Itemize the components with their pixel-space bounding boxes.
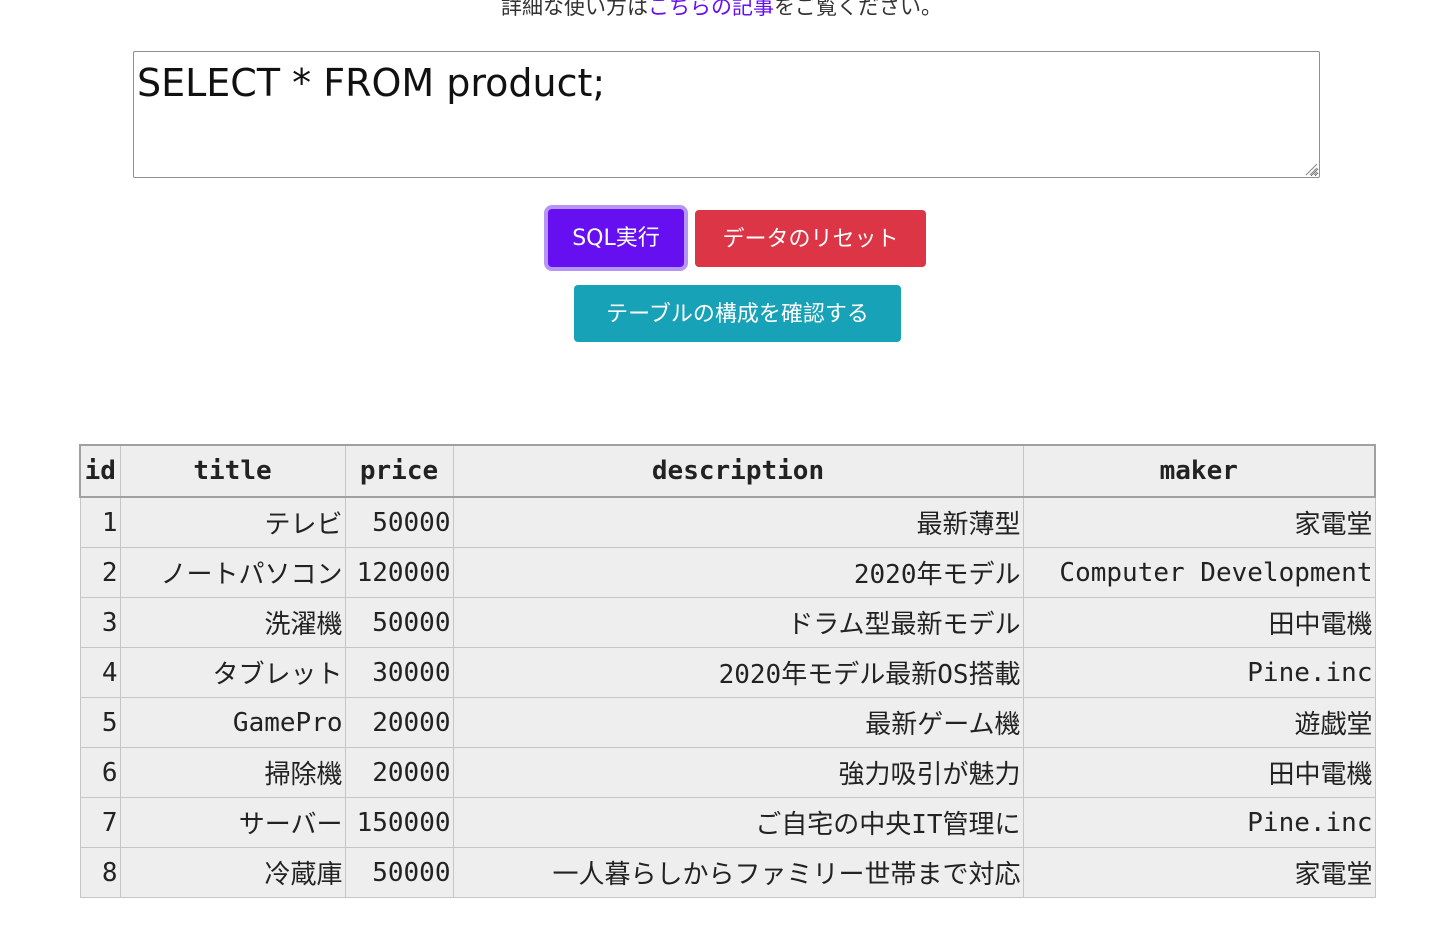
cell-maker: 田中電機	[1022, 747, 1376, 798]
cell-title: 洗濯機	[119, 597, 346, 648]
cell-description: 2020年モデル	[452, 547, 1024, 598]
cell-title: 冷蔵庫	[119, 847, 346, 898]
cell-price: 120000	[344, 547, 454, 598]
article-link[interactable]: こちらの記事	[648, 0, 774, 19]
cell-title: ノートパソコン	[119, 547, 346, 598]
cell-description: 最新ゲーム機	[452, 697, 1024, 748]
run-sql-button[interactable]: SQL実行	[548, 209, 684, 267]
cell-title: タブレット	[119, 647, 346, 698]
table-row: 4 タブレット 30000 2020年モデル最新OS搭載 Pine.inc	[79, 647, 1376, 698]
cell-description: 一人暮らしからファミリー世帯まで対応	[452, 847, 1024, 898]
cell-description: ご自宅の中央IT管理に	[452, 797, 1024, 848]
cell-description: 強力吸引が魅力	[452, 747, 1024, 798]
query-result-table: id title price description maker 1 テレビ 5…	[79, 444, 1376, 898]
cell-maker: 家電堂	[1022, 496, 1376, 548]
cell-price: 50000	[344, 496, 454, 548]
column-header-description: description	[452, 444, 1024, 498]
column-header-price: price	[344, 444, 454, 498]
cell-description: 2020年モデル最新OS搭載	[452, 647, 1024, 698]
cell-id: 3	[79, 597, 121, 648]
cell-id: 2	[79, 547, 121, 598]
cell-id: 7	[79, 797, 121, 848]
cell-id: 5	[79, 697, 121, 748]
cell-price: 20000	[344, 747, 454, 798]
cell-maker: 田中電機	[1022, 597, 1376, 648]
table-row: 1 テレビ 50000 最新薄型 家電堂	[79, 496, 1376, 548]
cell-id: 8	[79, 847, 121, 898]
cell-maker: 家電堂	[1022, 847, 1376, 898]
reset-data-button[interactable]: データのリセット	[695, 210, 926, 267]
table-row: 2 ノートパソコン 120000 2020年モデル Computer Devel…	[79, 547, 1376, 598]
cell-id: 4	[79, 647, 121, 698]
table-row: 6 掃除機 20000 強力吸引が魅力 田中電機	[79, 747, 1376, 798]
cell-price: 150000	[344, 797, 454, 848]
cell-description: 最新薄型	[452, 496, 1024, 548]
check-table-structure-button[interactable]: テーブルの構成を確認する	[574, 285, 901, 342]
cell-price: 50000	[344, 847, 454, 898]
cell-maker: Pine.inc	[1022, 797, 1376, 848]
cell-price: 20000	[344, 697, 454, 748]
cell-maker: Computer Development	[1022, 547, 1376, 598]
column-header-title: title	[119, 444, 346, 498]
usage-intro-text: 詳細な使い方はこちらの記事をご覧ください。	[0, 0, 1443, 22]
cell-price: 50000	[344, 597, 454, 648]
column-header-maker: maker	[1022, 444, 1376, 498]
cell-maker: 遊戯堂	[1022, 697, 1376, 748]
table-row: 5 GamePro 20000 最新ゲーム機 遊戯堂	[79, 697, 1376, 748]
resize-handle-icon[interactable]	[1304, 162, 1318, 176]
table-row: 8 冷蔵庫 50000 一人暮らしからファミリー世帯まで対応 家電堂	[79, 847, 1376, 898]
cell-title: サーバー	[119, 797, 346, 848]
column-header-id: id	[79, 444, 121, 498]
intro-text-after: をご覧ください。	[774, 0, 942, 19]
table-header-row: id title price description maker	[79, 444, 1376, 498]
cell-id: 6	[79, 747, 121, 798]
cell-title: 掃除機	[119, 747, 346, 798]
cell-description: ドラム型最新モデル	[452, 597, 1024, 648]
cell-title: テレビ	[119, 496, 346, 548]
cell-id: 1	[79, 496, 121, 548]
sql-query-input[interactable]: SELECT * FROM product;	[133, 51, 1320, 178]
table-row: 3 洗濯機 50000 ドラム型最新モデル 田中電機	[79, 597, 1376, 648]
table-row: 7 サーバー 150000 ご自宅の中央IT管理に Pine.inc	[79, 797, 1376, 848]
cell-maker: Pine.inc	[1022, 647, 1376, 698]
intro-text-before: 詳細な使い方は	[501, 0, 648, 19]
cell-title: GamePro	[119, 697, 346, 748]
cell-price: 30000	[344, 647, 454, 698]
